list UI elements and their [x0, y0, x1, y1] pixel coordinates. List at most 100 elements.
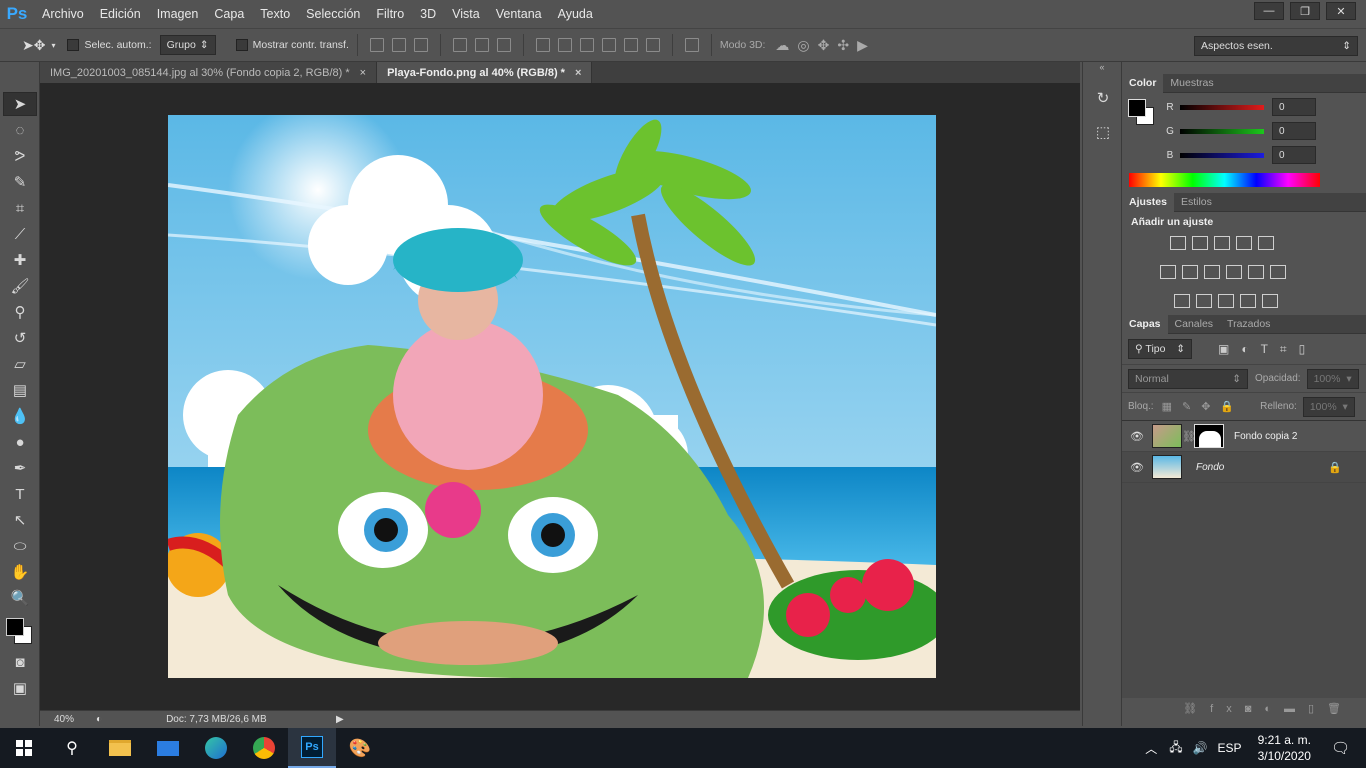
- layer-name[interactable]: Fondo copia 2: [1234, 431, 1297, 442]
- foreground-color-swatch[interactable]: [6, 618, 24, 636]
- document-image[interactable]: [168, 115, 936, 678]
- layer-row[interactable]: 👁 Fondo 🔒: [1122, 452, 1366, 483]
- properties-panel-icon[interactable]: ⬚: [1086, 120, 1120, 144]
- channel-mixer-icon[interactable]: [1248, 265, 1264, 279]
- color-spectrum-ramp[interactable]: [1129, 173, 1320, 187]
- layer-mask-thumbnail[interactable]: [1194, 424, 1224, 448]
- auto-select-checkbox[interactable]: [67, 39, 80, 51]
- history-panel-icon[interactable]: ↻: [1086, 86, 1120, 110]
- distribute-top-icon[interactable]: [535, 38, 550, 52]
- tab-muestras[interactable]: Muestras: [1163, 74, 1220, 93]
- zoom-tool-icon[interactable]: 🔍: [3, 586, 37, 610]
- align-vcenter-icon[interactable]: [391, 38, 406, 52]
- photo-filter-icon[interactable]: [1226, 265, 1242, 279]
- tab-capas[interactable]: Capas: [1122, 314, 1168, 334]
- crop-tool-icon[interactable]: ⌗: [3, 196, 37, 220]
- distribute-vcenter-icon[interactable]: [557, 38, 572, 52]
- tab-canales[interactable]: Canales: [1168, 315, 1221, 334]
- hue-saturation-icon[interactable]: [1160, 265, 1176, 279]
- threshold-icon[interactable]: [1218, 294, 1234, 308]
- distribute-hcenter-icon[interactable]: [623, 38, 638, 52]
- visibility-eye-icon[interactable]: 👁: [1122, 430, 1152, 443]
- layer-row[interactable]: 👁 ⛓ Fondo copia 2: [1122, 421, 1366, 452]
- menu-archivo[interactable]: Archivo: [34, 0, 92, 28]
- lasso-tool-icon[interactable]: ᕗ: [3, 144, 37, 168]
- close-tab-icon[interactable]: ×: [360, 67, 366, 79]
- slider-green[interactable]: G0: [1122, 119, 1366, 143]
- distribute-bottom-icon[interactable]: [579, 38, 594, 52]
- red-value-field[interactable]: 0: [1272, 98, 1316, 116]
- invert-icon[interactable]: [1174, 294, 1190, 308]
- blur-tool-icon[interactable]: 💧: [3, 404, 37, 428]
- levels-icon[interactable]: [1192, 236, 1208, 250]
- brightness-icon[interactable]: [1170, 236, 1186, 250]
- fill-field[interactable]: 100% ▾: [1302, 396, 1355, 417]
- network-icon[interactable]: 🖧: [1169, 738, 1182, 759]
- screen-mode-icon[interactable]: ▣: [3, 676, 37, 700]
- minimize-button[interactable]: —: [1254, 2, 1284, 20]
- menu-ventana[interactable]: Ventana: [488, 0, 550, 28]
- volume-icon[interactable]: 🔊: [1193, 741, 1208, 755]
- history-brush-tool-icon[interactable]: ↺: [3, 326, 37, 350]
- color-balance-icon[interactable]: [1182, 265, 1198, 279]
- marquee-tool-icon[interactable]: ◌: [3, 118, 37, 142]
- edge-icon[interactable]: [192, 728, 240, 768]
- move-tool-icon[interactable]: ➤✥: [22, 37, 45, 54]
- language-indicator[interactable]: ESP: [1218, 741, 1242, 755]
- align-right-icon[interactable]: [496, 38, 511, 52]
- menu-ayuda[interactable]: Ayuda: [550, 0, 601, 28]
- blend-mode-dropdown[interactable]: Normal ⇕: [1128, 368, 1248, 389]
- align-top-icon[interactable]: [369, 38, 384, 52]
- color-lookup-icon[interactable]: [1270, 265, 1286, 279]
- status-info-icon[interactable]: ◐: [96, 714, 102, 725]
- posterize-icon[interactable]: [1196, 294, 1212, 308]
- chrome-icon[interactable]: [240, 728, 288, 768]
- notifications-icon[interactable]: 🗨: [1331, 739, 1350, 757]
- slider-blue[interactable]: B0: [1122, 143, 1366, 167]
- distribute-right-icon[interactable]: [645, 38, 660, 52]
- menu-filtro[interactable]: Filtro: [368, 0, 412, 28]
- slider-red[interactable]: R0: [1122, 95, 1366, 119]
- menu-texto[interactable]: Texto: [252, 0, 298, 28]
- menu-imagen[interactable]: Imagen: [149, 0, 207, 28]
- align-left-icon[interactable]: [452, 38, 467, 52]
- align-hcenter-icon[interactable]: [474, 38, 489, 52]
- show-transform-checkbox[interactable]: [235, 39, 248, 51]
- hand-tool-icon[interactable]: ✋: [3, 560, 37, 584]
- green-value-field[interactable]: 0: [1272, 122, 1316, 140]
- tab-img-20201003[interactable]: IMG_20201003_085144.jpg al 30% (Fondo co…: [40, 62, 378, 83]
- quick-mask-icon[interactable]: ◙: [3, 650, 37, 674]
- mail-icon[interactable]: [144, 728, 192, 768]
- menu-edicion[interactable]: Edición: [92, 0, 149, 28]
- path-selection-tool-icon[interactable]: ↖: [3, 508, 37, 532]
- pen-tool-icon[interactable]: ✒: [3, 456, 37, 480]
- opacity-field[interactable]: 100% ▾: [1306, 368, 1359, 389]
- close-tab-icon[interactable]: ×: [575, 67, 581, 79]
- quick-selection-tool-icon[interactable]: ✎: [3, 170, 37, 194]
- gradient-tool-icon[interactable]: ▤: [3, 378, 37, 402]
- tray-chevron-icon[interactable]: ︿: [1145, 740, 1157, 757]
- move-tool-icon[interactable]: ➤: [3, 92, 37, 116]
- type-tool-icon[interactable]: T: [3, 482, 37, 506]
- tool-preset-chevron-icon[interactable]: ▾: [51, 41, 55, 50]
- layer-filter-dropdown[interactable]: ⚲ Tipo ⇕: [1128, 339, 1192, 359]
- visibility-eye-icon[interactable]: 👁: [1122, 461, 1152, 474]
- exposure-icon[interactable]: [1236, 236, 1252, 250]
- tab-color[interactable]: Color: [1122, 73, 1164, 93]
- black-white-icon[interactable]: [1204, 265, 1220, 279]
- status-menu-arrow-icon[interactable]: ▶: [336, 714, 344, 725]
- eyedropper-tool-icon[interactable]: ⟋: [3, 222, 37, 246]
- chain-link-icon[interactable]: ⛓: [1182, 430, 1196, 443]
- color-swatches[interactable]: [0, 614, 39, 648]
- healing-brush-tool-icon[interactable]: ✚: [3, 248, 37, 272]
- curves-icon[interactable]: [1214, 236, 1230, 250]
- layer-name[interactable]: Fondo: [1196, 462, 1224, 473]
- eraser-tool-icon[interactable]: ▱: [3, 352, 37, 376]
- auto-align-icon[interactable]: [684, 38, 699, 52]
- mode-3d-icons[interactable]: ☁◎✥✣▶: [775, 37, 875, 54]
- workspace-dropdown[interactable]: Aspectos esen. ⇕: [1194, 36, 1358, 56]
- close-button[interactable]: ✕: [1326, 2, 1356, 20]
- tab-estilos[interactable]: Estilos: [1174, 193, 1219, 212]
- tab-playa-fondo[interactable]: Playa-Fondo.png al 40% (RGB/8) * ×: [377, 62, 593, 83]
- start-button[interactable]: [0, 728, 48, 768]
